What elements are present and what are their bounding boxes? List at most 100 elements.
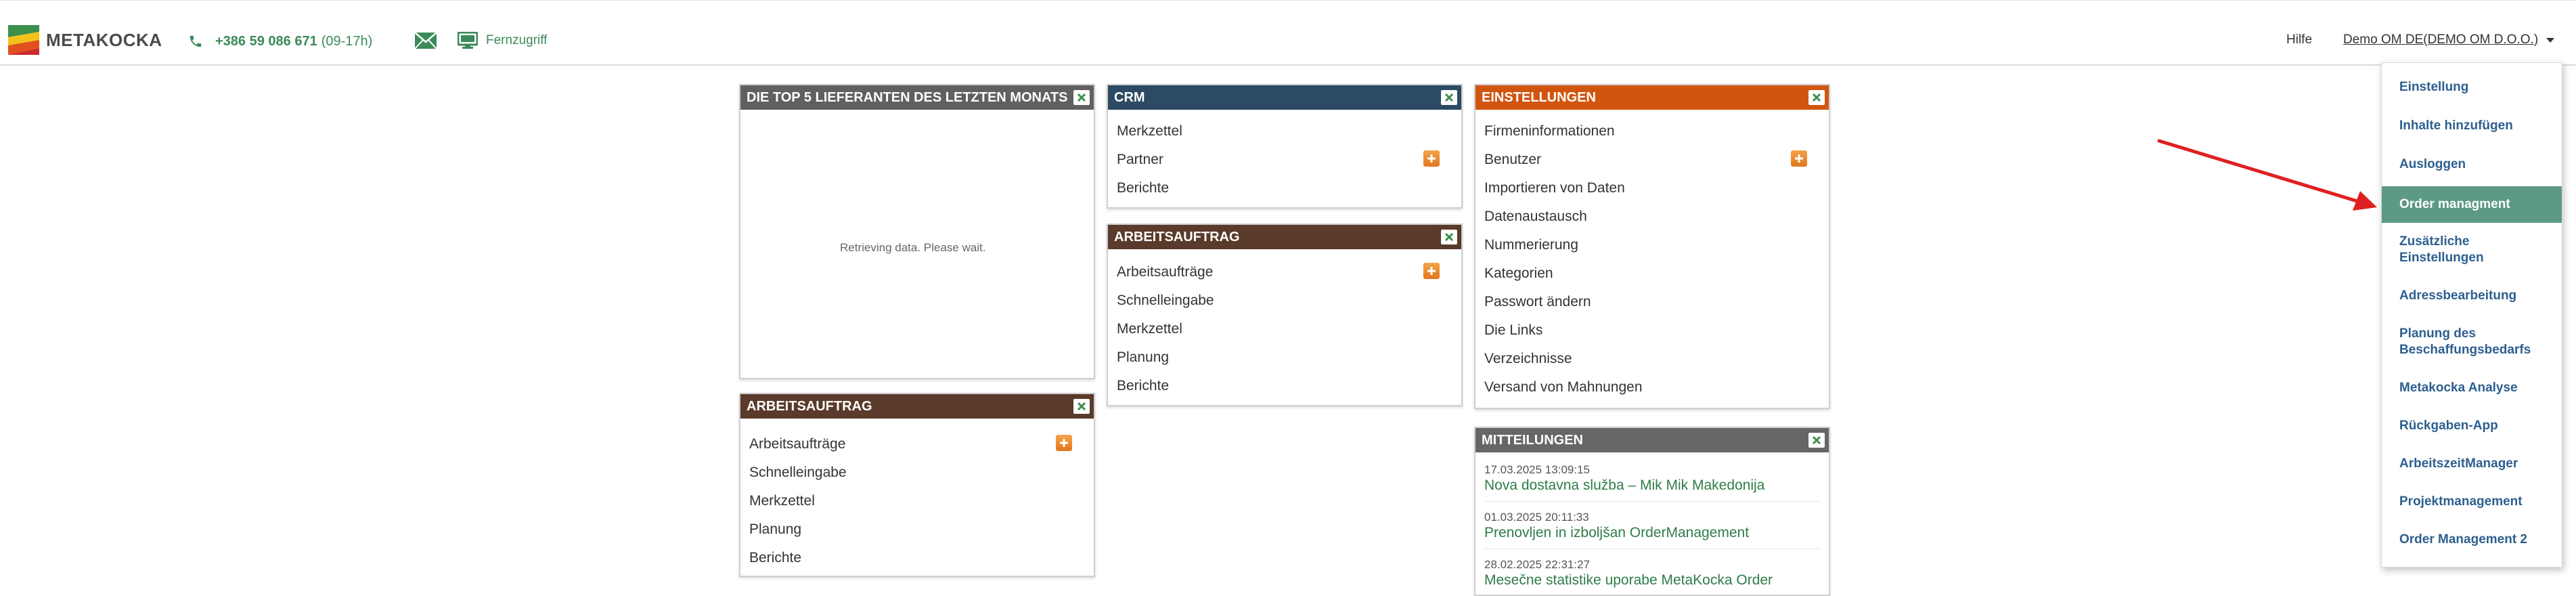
- menu-item-worktime-manager[interactable]: ArbeitszeitManager: [2382, 456, 2562, 472]
- menu-item-project-management[interactable]: Projektmanagement: [2382, 494, 2562, 510]
- news-link[interactable]: Nova dostavna služba – Mik Mik Makedonij…: [1484, 477, 1764, 494]
- panel-link-quick-entry[interactable]: Schnelleingabe: [749, 464, 847, 482]
- menu-item-label-line1: Zusätzliche: [2399, 234, 2470, 249]
- panel-link-planning[interactable]: Planung: [749, 521, 801, 538]
- menu-item-label-line2: Einstellungen: [2399, 251, 2484, 265]
- panel-link-reports[interactable]: Berichte: [1117, 377, 1169, 395]
- plus-icon: [1060, 439, 1068, 447]
- panel-header: DIE TOP 5 LIEFERANTEN DES LETZTEN MONATS: [740, 85, 1094, 110]
- panel-link-notes[interactable]: Merkzettel: [749, 492, 815, 510]
- news-link[interactable]: Mesečne statistike uporabe MetaKocka Ord…: [1484, 572, 1773, 589]
- panel-link-categories[interactable]: Kategorien: [1484, 265, 1553, 282]
- news-panel: MITTEILUNGEN 17.03.2025 13:09:15 Nova do…: [1474, 427, 1830, 596]
- panel-title: ARBEITSAUFTRAG: [1114, 230, 1240, 244]
- menu-item-additional-settings[interactable]: Zusätzliche Einstellungen: [2382, 234, 2562, 266]
- logo-icon: [8, 25, 39, 55]
- panel-link-work-orders[interactable]: Arbeitsaufträge: [749, 435, 845, 453]
- panel-link-notes[interactable]: Merkzettel: [1117, 320, 1182, 338]
- metakocka-logo[interactable]: METAKOCKA: [8, 25, 162, 55]
- menu-item-procurement-planning[interactable]: Planung des Beschaffungsbedarfs: [2382, 326, 2562, 358]
- menu-item-logout[interactable]: Ausloggen: [2382, 156, 2562, 173]
- divider: [1484, 501, 1820, 502]
- panel-link-notes[interactable]: Merkzettel: [1117, 123, 1182, 140]
- news-date: 01.03.2025 20:11:33: [1484, 511, 1589, 524]
- user-name: Demo OM DE(DEMO OM D.O.O.): [2343, 33, 2539, 47]
- panel-header: CRM: [1108, 85, 1461, 110]
- add-work-order-button[interactable]: [1056, 435, 1072, 451]
- panel-link-change-password[interactable]: Passwort ändern: [1484, 293, 1591, 311]
- plus-icon: [1427, 154, 1436, 163]
- mail-icon[interactable]: [414, 32, 437, 49]
- plus-icon: [1795, 154, 1803, 163]
- panel-link-planning[interactable]: Planung: [1117, 349, 1169, 366]
- remote-access-label: Fernzugriff: [486, 33, 548, 47]
- close-panel-button[interactable]: [1073, 399, 1090, 414]
- close-panel-button[interactable]: [1073, 90, 1090, 105]
- settings-panel: EINSTELLUNGEN Firmeninformationen Benutz…: [1474, 84, 1830, 409]
- panel-link-work-orders[interactable]: Arbeitsaufträge: [1117, 263, 1213, 281]
- close-panel-button[interactable]: [1808, 433, 1825, 448]
- panel-link-users[interactable]: Benutzer: [1484, 151, 1541, 169]
- news-date: 28.02.2025 22:31:27: [1484, 558, 1590, 571]
- panel-link-reports[interactable]: Berichte: [1117, 179, 1169, 197]
- panel-link-partner[interactable]: Partner: [1117, 151, 1163, 169]
- menu-item-add-content[interactable]: Inhalte hinzufügen: [2382, 118, 2562, 134]
- panel-link-import-data[interactable]: Importieren von Daten: [1484, 179, 1625, 197]
- support-phone[interactable]: +386 59 086 671 (09-17h): [188, 32, 372, 51]
- close-icon: [1444, 232, 1454, 242]
- panel-title: MITTEILUNGEN: [1482, 433, 1583, 448]
- close-panel-button[interactable]: [1441, 90, 1457, 105]
- add-partner-button[interactable]: [1423, 150, 1440, 167]
- crm-panel: CRM Merkzettel Partner Berichte: [1107, 84, 1463, 209]
- close-panel-button[interactable]: [1808, 90, 1825, 105]
- menu-item-order-management[interactable]: Order managment: [2382, 186, 2562, 223]
- panel-title: DIE TOP 5 LIEFERANTEN DES LETZTEN MONATS: [747, 90, 1068, 105]
- close-icon: [1812, 435, 1821, 445]
- menu-item-label-line1: Planung des: [2399, 326, 2476, 341]
- panel-link-directories[interactable]: Verzeichnisse: [1484, 350, 1572, 368]
- logo-text: METAKOCKA: [46, 29, 162, 50]
- chevron-down-icon: [2546, 37, 2555, 43]
- panel-header: EINSTELLUNGEN: [1475, 85, 1829, 110]
- monitor-icon: [458, 32, 478, 49]
- panel-title: ARBEITSAUFTRAG: [747, 399, 872, 414]
- panel-title: CRM: [1114, 90, 1145, 105]
- phone-number: +386 59 086 671: [215, 33, 317, 49]
- close-icon: [1077, 93, 1086, 102]
- user-menu-toggle[interactable]: Demo OM DE(DEMO OM D.O.O.): [2343, 33, 2555, 47]
- panel-header: ARBEITSAUFTRAG: [740, 394, 1094, 419]
- phone-icon: [190, 35, 202, 47]
- help-link[interactable]: Hilfe: [2286, 33, 2312, 47]
- user-dropdown-menu: Einstellung Inhalte hinzufügen Ausloggen…: [2381, 62, 2562, 568]
- close-icon: [1812, 93, 1821, 102]
- add-user-button[interactable]: [1791, 150, 1807, 167]
- remote-access-link[interactable]: Fernzugriff: [458, 30, 547, 51]
- loading-message: Retrieving data. Please wait.: [840, 241, 986, 254]
- menu-item-settings[interactable]: Einstellung: [2382, 79, 2562, 95]
- add-work-order-button[interactable]: [1423, 263, 1440, 279]
- panel-header: ARBEITSAUFTRAG: [1108, 225, 1461, 249]
- menu-item-address-editing[interactable]: Adressbearbeitung: [2382, 288, 2562, 304]
- phone-hours: (09-17h): [321, 33, 373, 49]
- close-icon: [1077, 402, 1086, 411]
- plus-icon: [1427, 267, 1436, 275]
- panel-header: MITTEILUNGEN: [1475, 428, 1829, 452]
- panel-link-company-info[interactable]: Firmeninformationen: [1484, 123, 1615, 140]
- panel-link-dunning[interactable]: Versand von Mahnungen: [1484, 379, 1643, 396]
- top-navigation-bar: METAKOCKA +386 59 086 671 (09-17h) Fernz…: [0, 0, 2576, 66]
- close-panel-button[interactable]: [1441, 230, 1457, 244]
- panel-link-numbering[interactable]: Nummerierung: [1484, 236, 1578, 254]
- work-order-panel-left: ARBEITSAUFTRAG Arbeitsaufträge Schnellei…: [739, 393, 1095, 577]
- panel-link-links[interactable]: Die Links: [1484, 322, 1542, 339]
- menu-item-label-line2: Beschaffungsbedarfs: [2399, 343, 2531, 357]
- menu-item-metakocka-analysis[interactable]: Metakocka Analyse: [2382, 380, 2562, 396]
- panel-link-data-exchange[interactable]: Datenaustausch: [1484, 208, 1587, 226]
- news-link[interactable]: Prenovljen in izboljšan OrderManagement: [1484, 525, 1749, 541]
- work-order-panel-middle: ARBEITSAUFTRAG Arbeitsaufträge Schnellei…: [1107, 224, 1463, 406]
- panel-link-quick-entry[interactable]: Schnelleingabe: [1117, 292, 1214, 310]
- panel-link-reports[interactable]: Berichte: [749, 549, 801, 567]
- menu-item-order-management-2[interactable]: Order Management 2: [2382, 532, 2562, 548]
- menu-item-returns-app[interactable]: Rückgaben-App: [2382, 418, 2562, 434]
- top-suppliers-panel: DIE TOP 5 LIEFERANTEN DES LETZTEN MONATS…: [739, 84, 1095, 379]
- panel-title: EINSTELLUNGEN: [1482, 90, 1596, 105]
